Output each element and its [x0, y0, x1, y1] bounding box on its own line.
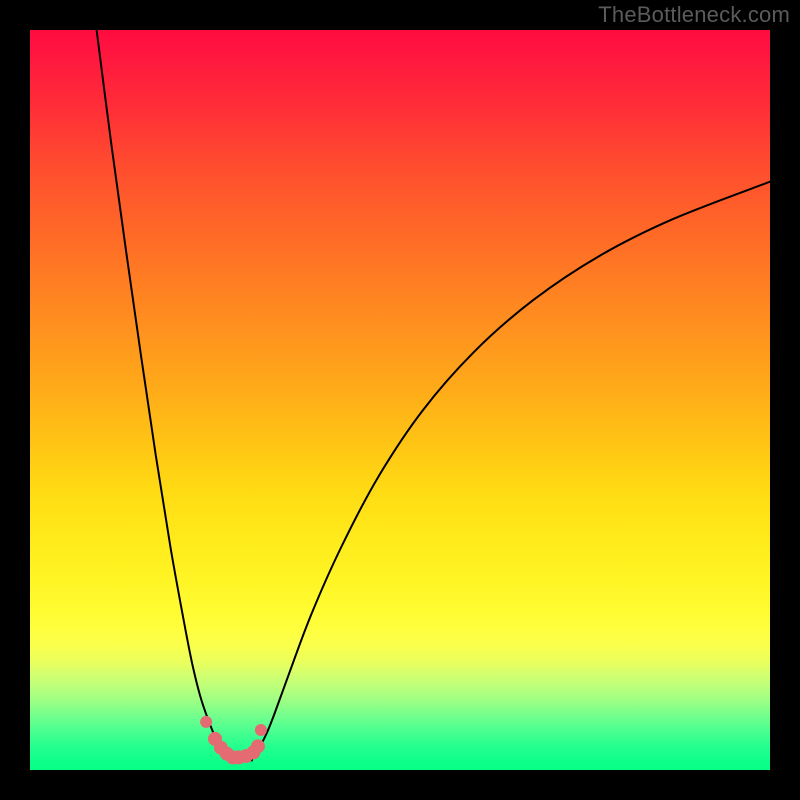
scatter-point — [200, 716, 212, 728]
watermark-text: TheBottleneck.com — [598, 2, 790, 28]
curve-svg — [30, 30, 770, 770]
scatter-points — [200, 716, 267, 765]
scatter-point — [255, 724, 267, 736]
chart-container: TheBottleneck.com — [0, 0, 800, 800]
left-branch-curve — [97, 30, 230, 759]
right-branch-curve — [252, 182, 770, 759]
scatter-point — [251, 739, 265, 753]
plot-area — [30, 30, 770, 770]
